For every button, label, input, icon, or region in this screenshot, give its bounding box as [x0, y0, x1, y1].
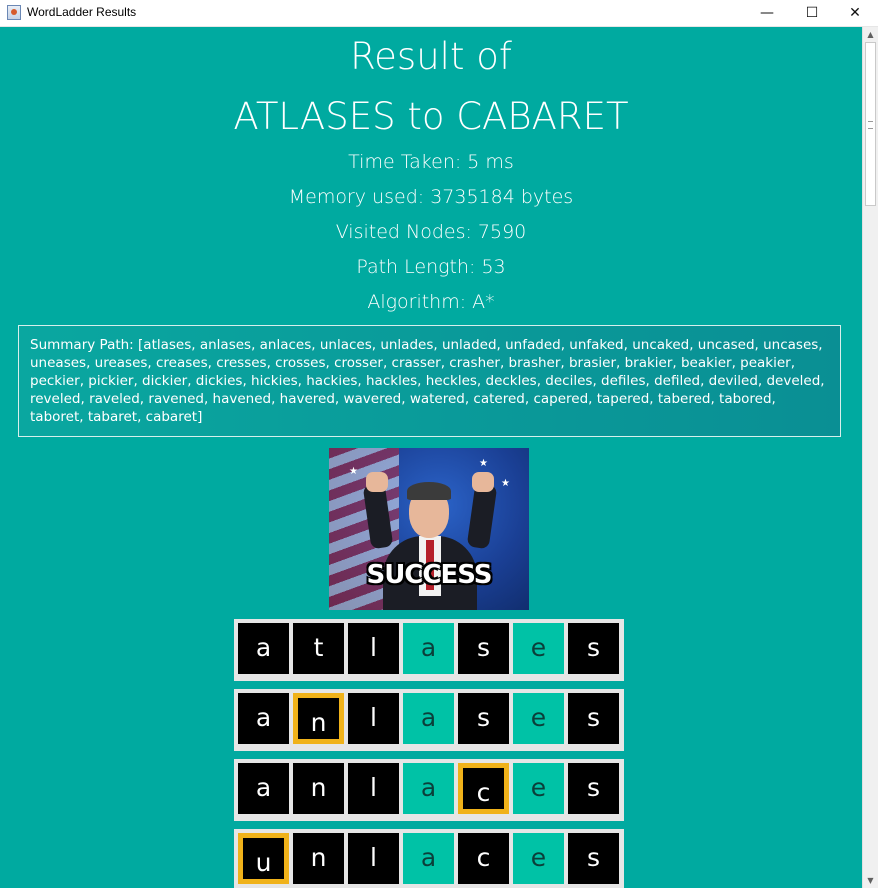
scroll-down-arrow-icon[interactable]: ▼ — [863, 873, 878, 888]
window-title-bar: WordLadder Results — ☐ ✕ — [0, 0, 878, 27]
letter-tile: l — [348, 763, 399, 814]
letter-tile: e — [513, 693, 564, 744]
letter-tile: n — [293, 763, 344, 814]
letter-tile: n — [293, 833, 344, 884]
summary-path-box: Summary Path: [atlases, anlases, anlaces… — [18, 325, 841, 437]
minimize-button[interactable]: — — [744, 0, 790, 26]
ladder-row: atlases — [234, 619, 624, 681]
star-icon: ★ — [349, 466, 358, 477]
raised-arm-right — [466, 482, 498, 550]
letter-tile: s — [568, 763, 619, 814]
letter-tile: e — [513, 833, 564, 884]
window-title: WordLadder Results — [27, 5, 137, 19]
java-app-icon — [7, 5, 21, 20]
letter-tile: e — [513, 763, 564, 814]
vertical-scrollbar[interactable]: ▲ ▼ — [862, 27, 878, 888]
ladder-row: anlaces — [234, 759, 624, 821]
letter-tile: s — [568, 833, 619, 884]
results-panel: Result of ATLASES to CABARET Time Taken:… — [0, 27, 862, 888]
ladder-row: anlases — [234, 689, 624, 751]
letter-tile: a — [238, 763, 289, 814]
letter-tile: l — [348, 833, 399, 884]
summary-path-text: Summary Path: [atlases, anlases, anlaces… — [30, 337, 825, 425]
star-icon: ★ — [479, 458, 488, 469]
letter-tile: s — [458, 623, 509, 674]
time-taken: Time Taken: 5 ms — [348, 151, 514, 173]
letter-tile: a — [403, 693, 454, 744]
letter-tile: e — [513, 623, 564, 674]
star-icon: ★ — [501, 478, 510, 489]
letter-tile: u — [238, 833, 289, 884]
ladder-row: unlaces — [234, 829, 624, 888]
letter-tile: s — [568, 693, 619, 744]
letter-tile: a — [238, 623, 289, 674]
letter-tile: t — [293, 623, 344, 674]
path-length: Path Length: 53 — [356, 256, 506, 278]
letter-tile: n — [293, 693, 344, 744]
memory-used: Memory used: 3735184 bytes — [288, 186, 574, 208]
success-caption: SUCCESS — [366, 560, 492, 590]
letter-tile: a — [403, 833, 454, 884]
close-button[interactable]: ✕ — [832, 0, 878, 26]
letter-tile: a — [403, 623, 454, 674]
scroll-up-arrow-icon[interactable]: ▲ — [863, 27, 878, 42]
fist-left — [366, 472, 388, 492]
visited-nodes: Visited Nodes: 7590 — [335, 221, 527, 243]
algorithm: Algorithm: A* — [367, 291, 495, 313]
letter-tile: c — [458, 833, 509, 884]
result-title-line2: ATLASES to CABARET — [233, 95, 629, 138]
success-celebration-image: ★ ★ ★ SUCCESS — [329, 448, 529, 610]
letter-tile: s — [458, 693, 509, 744]
scroll-thumb[interactable] — [865, 42, 876, 206]
person-hair — [407, 482, 451, 500]
letter-tile: a — [403, 763, 454, 814]
grip-icon — [868, 121, 873, 129]
letter-tile: l — [348, 693, 399, 744]
letter-tile: a — [238, 693, 289, 744]
result-title-line1: Result of — [350, 35, 512, 78]
letter-tile: c — [458, 763, 509, 814]
letter-tile: s — [568, 623, 619, 674]
maximize-button[interactable]: ☐ — [789, 0, 835, 26]
fist-right — [472, 472, 494, 492]
letter-tile: l — [348, 623, 399, 674]
